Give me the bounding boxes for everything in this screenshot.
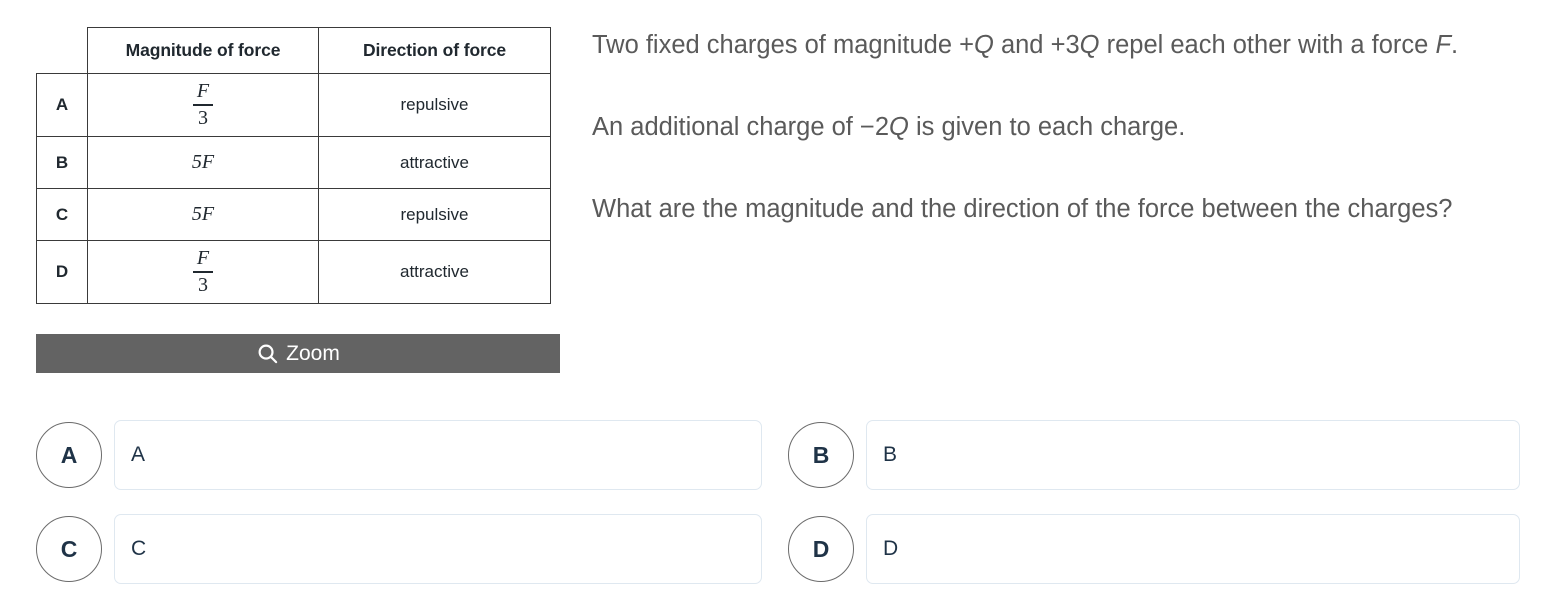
answer-option-a[interactable]: A A (36, 420, 762, 490)
answer-box-a[interactable]: A (114, 420, 762, 490)
fraction-bar (192, 104, 214, 106)
row-label-d: D (36, 240, 88, 304)
fraction-bar (192, 271, 214, 273)
magnitude-value: 5F (191, 151, 215, 173)
answer-option-b[interactable]: B B (788, 420, 1520, 490)
fraction-numerator: F (196, 247, 210, 270)
table-row: A F 3 repulsive (36, 73, 551, 137)
answer-letter-c[interactable]: C (36, 516, 102, 582)
answer-option-c[interactable]: C C (36, 514, 762, 584)
search-icon (256, 342, 279, 365)
stem-paragraph-2: An additional charge of −2Q is given to … (592, 107, 1542, 148)
stem-text-run: What are the magnitude and the direction… (592, 195, 1453, 223)
stem-paragraph-1: Two fixed charges of magnitude +Q and +3… (592, 25, 1542, 66)
math-variable: Q (889, 113, 909, 141)
column-header-direction: Direction of force (318, 27, 551, 74)
table-row: C 5F repulsive (36, 188, 551, 241)
question-top-area: Magnitude of force Direction of force A … (0, 0, 1551, 400)
cell-magnitude-b: 5F (87, 136, 319, 189)
row-label-a: A (36, 73, 88, 137)
table-corner-cell (37, 28, 88, 74)
cell-direction-d: attractive (318, 240, 551, 304)
answer-box-b[interactable]: B (866, 420, 1520, 490)
magnitude-value: 5F (191, 203, 215, 225)
fraction-f-over-3: F 3 (192, 247, 214, 296)
figure-panel: Magnitude of force Direction of force A … (36, 27, 560, 304)
table-row: B 5F attractive (36, 136, 551, 189)
math-variable: Q (974, 31, 994, 59)
answer-letter-a[interactable]: A (36, 422, 102, 488)
answer-box-c[interactable]: C (114, 514, 762, 584)
stem-text-run: repel each other with a force (1099, 31, 1436, 59)
stem-text-run: is given to each charge. (908, 113, 1186, 141)
answer-option-d[interactable]: D D (788, 514, 1520, 584)
cell-direction-c: repulsive (318, 188, 551, 241)
stem-text-3: What are the magnitude and the direction… (592, 195, 1452, 223)
answer-letter-b[interactable]: B (788, 422, 854, 488)
stem-text-run: and +3 (993, 31, 1080, 59)
row-label-b: B (36, 136, 88, 189)
stem-text-2: An additional charge of −2Q is given to … (592, 113, 1185, 141)
cell-magnitude-c: 5F (87, 188, 319, 241)
zoom-button-label: Zoom (286, 342, 340, 365)
stem-text-run: . (1451, 31, 1459, 59)
answer-letter-d[interactable]: D (788, 516, 854, 582)
fraction-f-over-3: F 3 (192, 80, 214, 129)
stem-paragraph-3: What are the magnitude and the direction… (592, 189, 1542, 230)
math-variable: F (1435, 31, 1452, 59)
fraction-denominator: 3 (198, 273, 208, 296)
cell-direction-b: attractive (318, 136, 551, 189)
question-stem: Two fixed charges of magnitude +Q and +3… (592, 25, 1542, 230)
cell-direction-a: repulsive (318, 73, 551, 137)
fraction-numerator: F (196, 80, 210, 103)
cell-magnitude-d: F 3 (87, 240, 319, 304)
table-header-row: Magnitude of force Direction of force (37, 27, 551, 74)
stem-text-1: Two fixed charges of magnitude +Q and +3… (592, 31, 1458, 59)
table-row: D F 3 attractive (36, 240, 551, 304)
stem-text-run: Two fixed charges of magnitude + (592, 31, 975, 59)
answer-box-d[interactable]: D (866, 514, 1520, 584)
fraction-denominator: 3 (198, 106, 208, 129)
options-table: Magnitude of force Direction of force A … (36, 27, 551, 304)
row-label-c: C (36, 188, 88, 241)
cell-magnitude-a: F 3 (87, 73, 319, 137)
zoom-button[interactable]: Zoom (36, 334, 560, 373)
column-header-magnitude: Magnitude of force (87, 27, 319, 74)
stem-text-run: An additional charge of −2 (592, 113, 890, 141)
math-variable: Q (1079, 31, 1100, 59)
